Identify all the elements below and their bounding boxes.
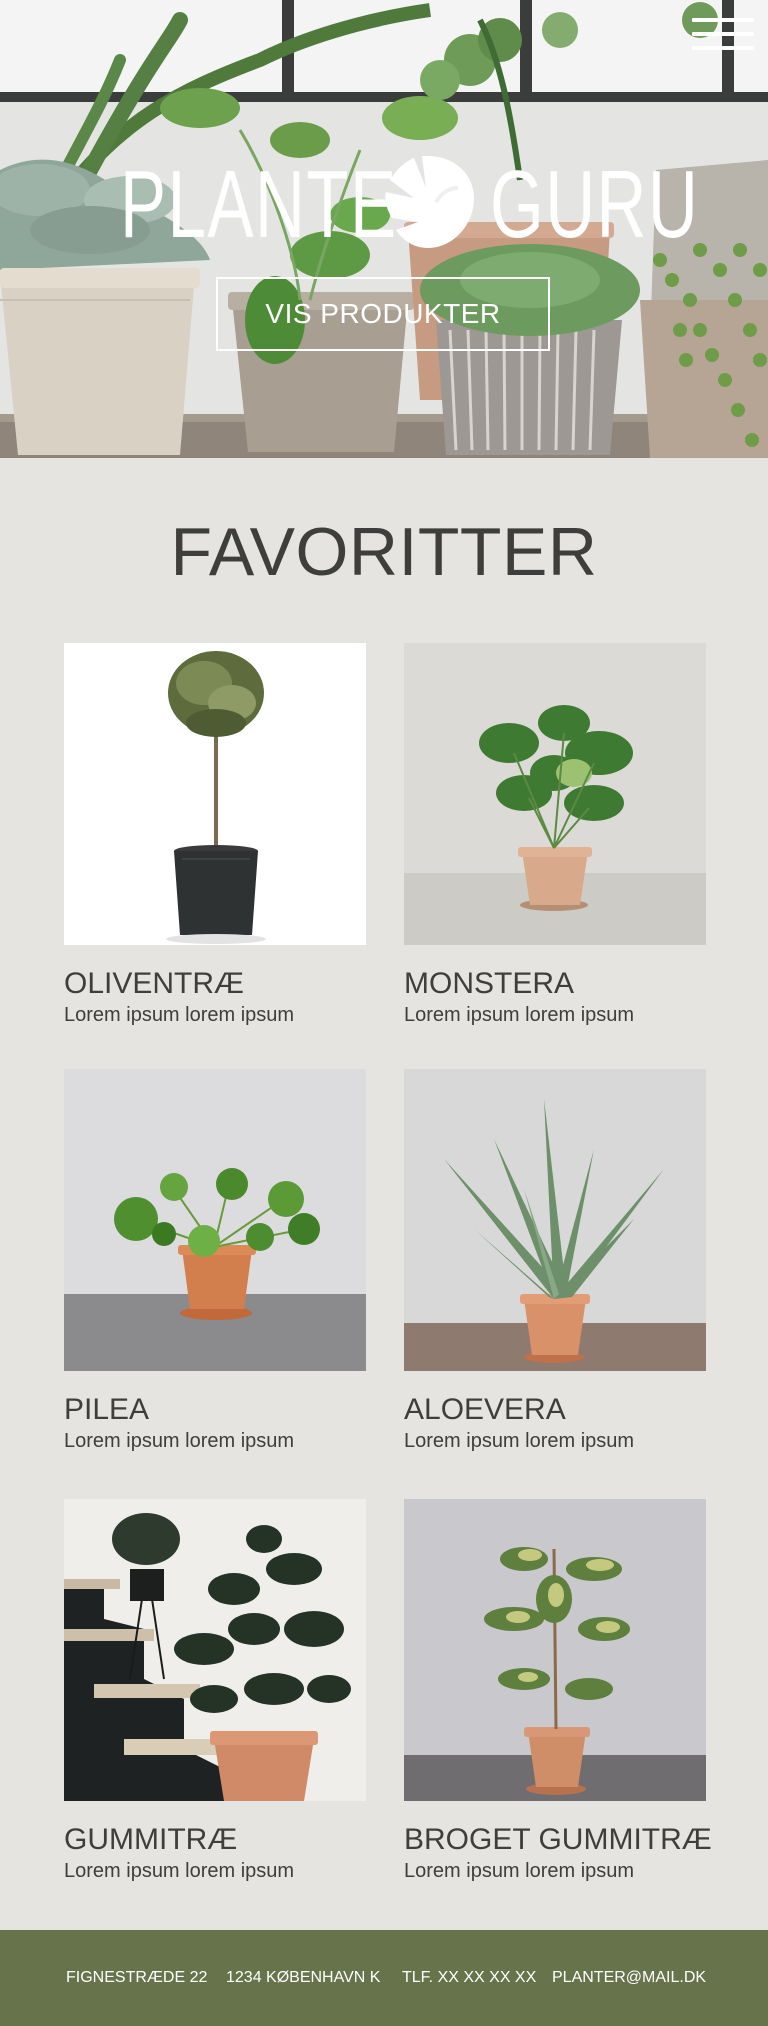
product-card-olive[interactable]: OLIVENTRÆ Lorem ipsum lorem ipsum <box>64 643 366 1027</box>
footer-phone[interactable]: TLF. XX XX XX XX <box>402 1930 536 2026</box>
product-name[interactable]: BROGET GUMMITRÆ <box>404 1823 712 1857</box>
footer-city: 1234 KØBENHAVN K <box>226 1969 381 1986</box>
product-description: Lorem ipsum lorem ipsum <box>404 1860 635 1882</box>
hero-banner: PLANTE GURU VIS PRODUKTER <box>0 0 768 458</box>
product-card-variegated-rubber-tree[interactable]: BROGET GUMMITRÆ Lorem ipsum lorem ipsum <box>404 1499 712 1883</box>
product-card-rubber-tree[interactable]: GUMMITRÆ Lorem ipsum lorem ipsum <box>64 1499 366 1883</box>
product-image[interactable] <box>64 1069 366 1371</box>
product-name[interactable]: GUMMITRÆ <box>64 1823 366 1857</box>
site-logo[interactable]: PLANTE GURU <box>120 150 698 260</box>
footer: FIGNESTRÆDE 22 1234 KØBENHAVN K TLF. XX … <box>0 1930 768 2026</box>
product-image[interactable] <box>404 1069 706 1371</box>
product-name[interactable]: PILEA <box>64 1393 366 1427</box>
product-image[interactable] <box>64 643 366 945</box>
product-description: Lorem ipsum lorem ipsum <box>404 1004 635 1026</box>
product-image[interactable] <box>404 1499 706 1801</box>
hamburger-menu-icon[interactable] <box>692 18 754 52</box>
monstera-leaf-icon <box>385 156 474 248</box>
product-card-aloevera[interactable]: ALOEVERA Lorem ipsum lorem ipsum <box>404 1069 706 1453</box>
product-name[interactable]: MONSTERA <box>404 967 706 1001</box>
favorites-title: FAVORITTER <box>170 514 598 590</box>
product-card-pilea[interactable]: PILEA Lorem ipsum lorem ipsum <box>64 1069 366 1453</box>
product-description: Lorem ipsum lorem ipsum <box>64 1430 295 1452</box>
logo-text-left: PLANTE <box>120 151 398 258</box>
product-image[interactable] <box>404 643 706 945</box>
product-name[interactable]: ALOEVERA <box>404 1393 706 1427</box>
footer-address: FIGNESTRÆDE 22 <box>66 1969 208 1986</box>
product-description: Lorem ipsum lorem ipsum <box>404 1430 635 1452</box>
show-products-button[interactable]: VIS PRODUKTER <box>216 277 550 351</box>
product-description: Lorem ipsum lorem ipsum <box>64 1004 295 1026</box>
logo-text-right: GURU <box>490 151 700 258</box>
product-description: Lorem ipsum lorem ipsum <box>64 1860 295 1882</box>
product-image[interactable] <box>64 1499 366 1801</box>
product-card-monstera[interactable]: MONSTERA Lorem ipsum lorem ipsum <box>404 643 706 1027</box>
footer-email[interactable]: PLANTER@MAIL.DK <box>552 1930 706 2026</box>
product-name[interactable]: OLIVENTRÆ <box>64 967 366 1001</box>
